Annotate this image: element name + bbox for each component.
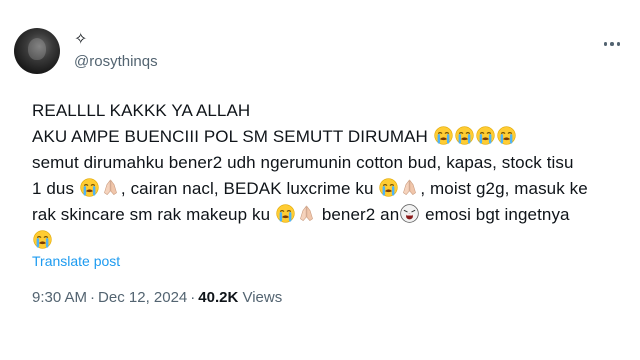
post-text-segment: , cairan nacl, BEDAK luxcrime ku — [120, 179, 374, 198]
folded-hands-icon — [400, 178, 419, 197]
post-line-5: rak skincare sm rak makeup ku bener2 an … — [32, 202, 612, 228]
post-text-segment: , moist g2g, masuk ke — [420, 179, 588, 198]
post-line-3: semut dirumahku bener2 udh ngerumunin co… — [32, 150, 612, 176]
meta-separator: · — [190, 289, 196, 306]
post-text-segment: bener2 an — [321, 205, 400, 224]
translate-post-link[interactable]: Translate post — [32, 252, 120, 270]
loudly-crying-face-icon — [80, 178, 99, 197]
author-handle[interactable]: @rosythinqs — [74, 52, 158, 72]
post-line-4: 1 dus , cairan nacl, BEDAK luxcrime ku ,… — [32, 176, 612, 202]
loudly-crying-face-icon — [434, 126, 453, 145]
author-name-line[interactable]: ✧ — [74, 30, 87, 50]
more-horizontal-icon[interactable] — [600, 34, 624, 54]
weary-face-icon — [400, 204, 419, 223]
post-text-segment: emosi bgt ingetnya — [425, 205, 570, 224]
post-text-segment: 1 dus — [32, 179, 75, 198]
loudly-crying-face-icon — [379, 178, 398, 197]
loudly-crying-face-icon — [276, 204, 295, 223]
post-text-segment: REALLLL KAKKK YA ALLAH — [32, 101, 251, 120]
post-text-segment: rak skincare sm rak makeup ku — [32, 205, 271, 224]
views-label: Views — [242, 289, 283, 306]
post-time[interactable]: 9:30 AM — [32, 289, 87, 306]
folded-hands-icon — [297, 204, 316, 223]
views-count: 40.2K — [198, 289, 239, 306]
post-meta: 9:30 AM · Dec 12, 2024 · 40.2K Views — [32, 288, 282, 308]
folded-hands-icon — [101, 178, 120, 197]
post-line-6 — [32, 228, 612, 254]
loudly-crying-face-icon — [455, 126, 474, 145]
meta-separator: · — [90, 289, 96, 306]
post-header: ✧ @rosythinqs — [14, 28, 626, 80]
post-line-1: REALLLL KAKKK YA ALLAH — [32, 98, 612, 124]
post-date[interactable]: Dec 12, 2024 — [98, 289, 187, 306]
post-text-segment: AKU AMPE BUENCIII POL SM SEMUTT DIRUMAH — [32, 127, 428, 146]
loudly-crying-face-icon — [476, 126, 495, 145]
display-name[interactable]: ✧ — [74, 30, 87, 50]
avatar[interactable] — [14, 28, 60, 74]
post-text: REALLLL KAKKK YA ALLAH AKU AMPE BUENCIII… — [32, 98, 612, 254]
loudly-crying-face-icon — [33, 230, 52, 249]
loudly-crying-face-icon — [497, 126, 516, 145]
post-text-segment: semut dirumahku bener2 udh ngerumunin co… — [32, 153, 574, 172]
post-line-2: AKU AMPE BUENCIII POL SM SEMUTT DIRUMAH — [32, 124, 612, 150]
